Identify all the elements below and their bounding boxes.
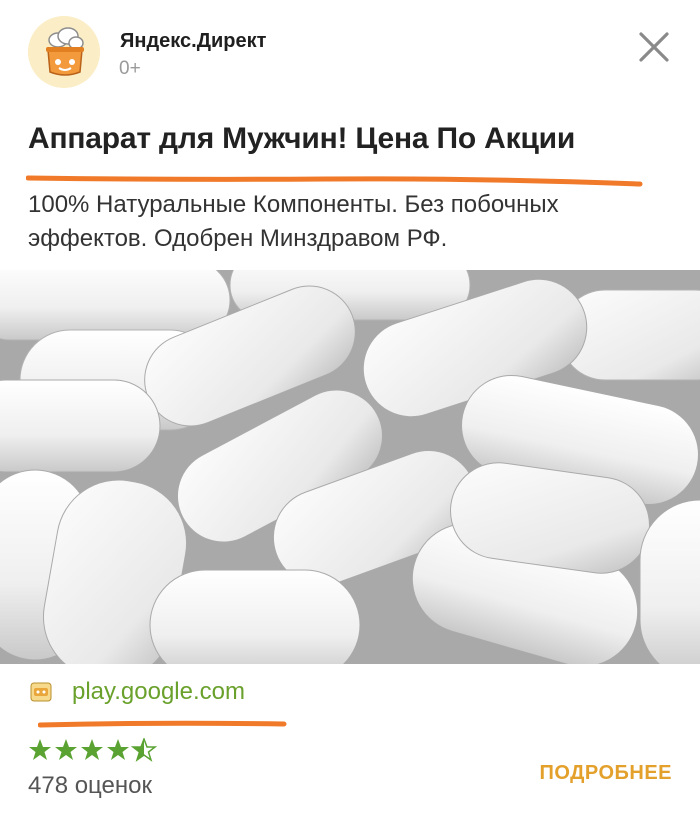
title-underline-annotation [26,175,643,187]
reviews-count: 478 оценок [28,772,152,799]
rating-stars [29,738,156,761]
advertiser-avatar[interactable] [28,16,100,88]
domain-link[interactable]: play.google.com [72,678,245,706]
sponsor-label: Яндекс.Директ [120,30,267,52]
star-full-icon [81,739,103,760]
star-full-icon [55,739,77,760]
pills-image [0,270,700,664]
age-rating: 0+ [119,58,141,79]
domain-underline-annotation [38,720,287,728]
ad-image[interactable] [0,270,700,664]
star-full-icon [29,739,51,760]
star-full-icon [107,739,129,760]
ad-title[interactable]: Аппарат для Мужчин! Цена По Акции [28,122,575,156]
more-button[interactable]: ПОДРОБНЕЕ [539,762,672,785]
ad-header: Яндекс.Директ 0+ [0,0,700,110]
site-favicon-icon [30,682,52,702]
ad-description: 100% Натуральные Компоненты. Без побочны… [28,191,559,252]
star-half-icon [132,738,156,761]
close-icon[interactable] [633,26,675,68]
advertiser-logo-icon [28,16,100,88]
